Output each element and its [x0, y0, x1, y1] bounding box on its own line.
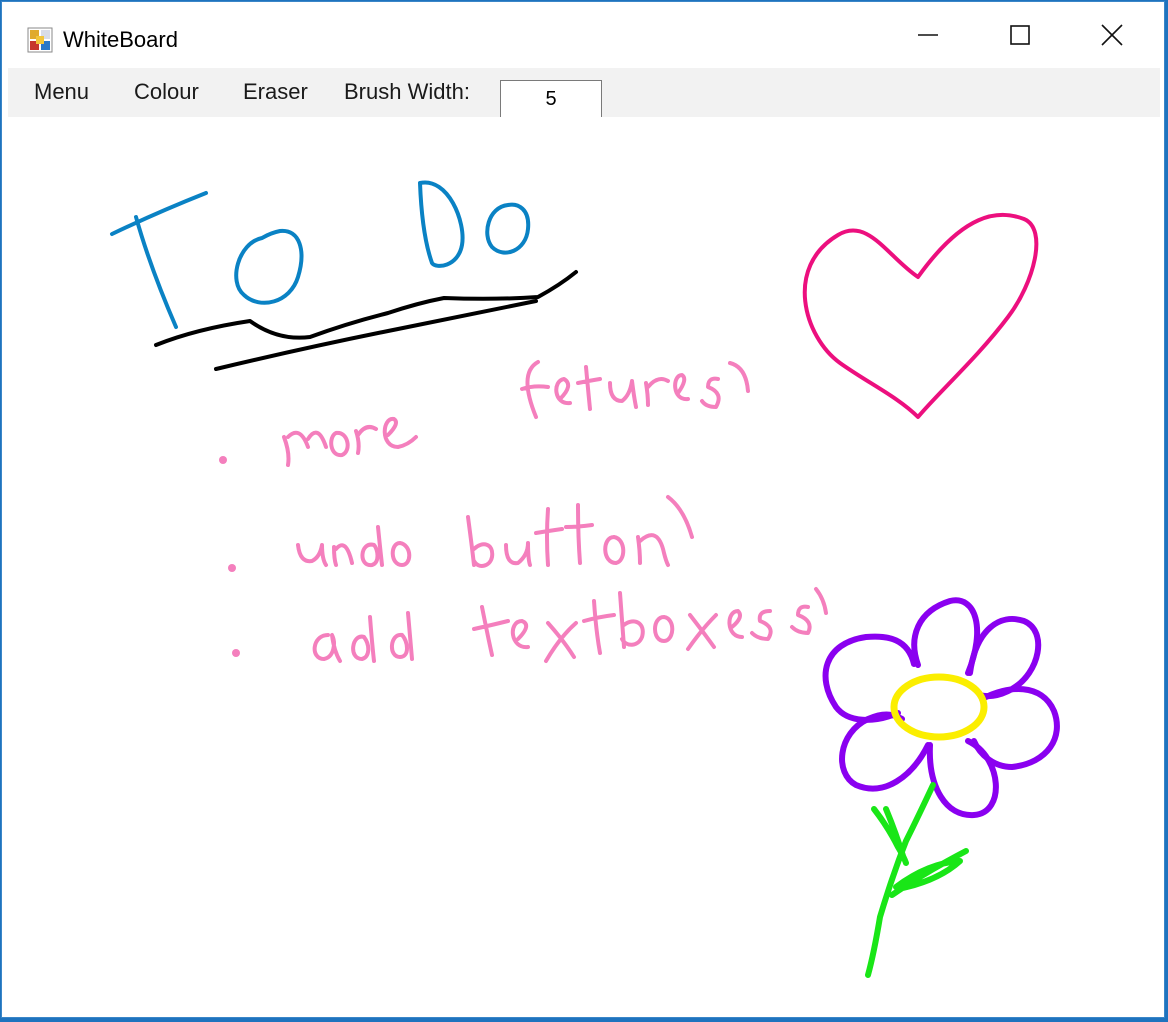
flower-leaf: [871, 806, 909, 866]
bullet-text-undo: [296, 525, 412, 567]
flower-petals: [911, 597, 981, 676]
flower-petals: [967, 616, 1042, 700]
flower-petals: [822, 633, 917, 723]
title-stroke: [234, 228, 304, 305]
brush-width-label: Brush Width:: [344, 79, 470, 104]
minimize-icon: [918, 34, 938, 36]
brush-width-input[interactable]: [500, 80, 602, 118]
close-button[interactable]: [1066, 2, 1158, 68]
flower-petals: [926, 738, 999, 819]
bullet-text-add: [312, 611, 414, 663]
maximize-icon: [1010, 25, 1030, 45]
title-bar[interactable]: WhiteBoard: [2, 2, 1164, 68]
menu-bar: Menu Colour Eraser Brush Width:: [8, 68, 1160, 118]
bullet-dot: [228, 564, 236, 572]
drawing-flower: [822, 597, 1060, 978]
bullet-dot: [219, 456, 227, 464]
app-icon: [27, 27, 53, 53]
minimize-button[interactable]: [882, 2, 974, 68]
maximize-button[interactable]: [974, 2, 1066, 68]
title-stroke: [485, 202, 531, 255]
drawing-canvas[interactable]: [8, 117, 1160, 1016]
whiteboard-window: WhiteBoard Menu Colour Eraser Brush Widt…: [1, 1, 1165, 1018]
flower-petals: [839, 711, 931, 792]
drawing-bullets: [219, 360, 828, 663]
drawing-underline: [154, 270, 578, 371]
title-stroke: [418, 180, 465, 268]
bullet-text-button: [466, 495, 694, 568]
bullet-text-features: [520, 360, 750, 419]
bullet-dot: [232, 649, 240, 657]
drawing-title: [110, 180, 531, 329]
close-icon: [1101, 24, 1123, 46]
flower-center: [890, 673, 988, 741]
underline-stroke: [214, 299, 538, 371]
drawing-layer[interactable]: [8, 117, 1160, 1016]
drawing-heart: [802, 212, 1039, 419]
menu-menu[interactable]: Menu: [34, 78, 89, 106]
bullet-text-more: [282, 417, 418, 467]
menu-eraser[interactable]: Eraser: [243, 78, 308, 106]
window-title: WhiteBoard: [63, 27, 178, 52]
menu-colour[interactable]: Colour: [134, 78, 199, 106]
bullet-text-textboxes: [472, 587, 828, 663]
title-stroke: [110, 191, 208, 329]
